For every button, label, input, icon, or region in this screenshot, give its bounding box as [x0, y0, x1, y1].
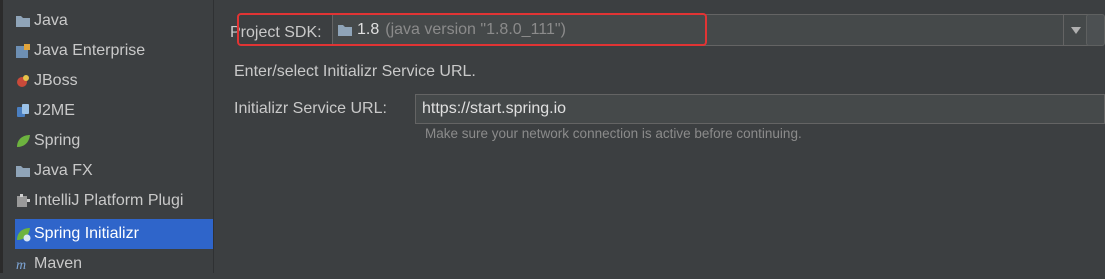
- spring-leaf-icon: [15, 133, 31, 149]
- sidebar-item-spring-initializr[interactable]: Spring Initializr: [15, 219, 213, 249]
- sidebar-item-java-enterprise[interactable]: Java Enterprise: [15, 36, 213, 66]
- folder-icon: [15, 13, 31, 29]
- service-url-label: Initializr Service URL:: [234, 100, 387, 117]
- svg-text:m: m: [16, 258, 26, 272]
- sidebar-item-java-fx[interactable]: Java FX: [15, 156, 213, 186]
- sidebar-item-label: Java FX: [34, 162, 93, 179]
- java-ee-icon: [15, 43, 31, 59]
- sidebar-item-label: Spring: [34, 132, 81, 149]
- sidebar-item-label: JBoss: [34, 72, 78, 89]
- service-url-value: https://start.spring.io: [422, 100, 567, 117]
- sidebar-item-label: Java: [34, 12, 68, 29]
- project-type-sidebar: Java Java Enterprise JBoss J2ME Spring J…: [3, 0, 214, 273]
- instructions-text: Enter/select Initializr Service URL.: [234, 63, 476, 80]
- project-sdk-dropdown[interactable]: 1.8 (java version "1.8.0_111"): [332, 14, 1089, 46]
- new-sdk-button[interactable]: [1086, 14, 1105, 46]
- maven-icon: m: [15, 256, 31, 272]
- j2me-icon: [15, 103, 31, 119]
- sdk-version-detail: (java version "1.8.0_111"): [385, 21, 566, 38]
- spring-initializr-icon: [15, 226, 31, 242]
- sidebar-item-label: Spring Initializr: [34, 225, 139, 242]
- sidebar-item-label: Java Enterprise: [34, 42, 146, 59]
- sidebar-item-maven[interactable]: m Maven: [15, 249, 213, 279]
- jboss-icon: [15, 73, 31, 89]
- service-url-input[interactable]: https://start.spring.io: [415, 94, 1105, 124]
- sdk-version: 1.8: [357, 21, 380, 38]
- network-hint-text: Make sure your network connection is act…: [425, 126, 802, 141]
- sidebar-item-java[interactable]: Java: [15, 6, 213, 36]
- project-sdk-label: Project SDK:: [230, 24, 322, 41]
- sidebar-item-label: J2ME: [34, 102, 75, 119]
- sidebar-item-label: Maven: [34, 255, 83, 272]
- sidebar-item-j2me[interactable]: J2ME: [15, 96, 213, 126]
- sidebar-item-jboss[interactable]: JBoss: [15, 66, 213, 96]
- plugin-icon: [15, 193, 31, 209]
- sidebar-item-spring[interactable]: Spring: [15, 126, 213, 156]
- folder-icon: [337, 22, 353, 38]
- chevron-down-icon[interactable]: [1063, 15, 1088, 45]
- folder-icon: [15, 163, 31, 179]
- sidebar-item-label: IntelliJ Platform Plugi: [34, 192, 184, 209]
- sidebar-item-intellij-platform-plugin[interactable]: IntelliJ Platform Plugi: [15, 186, 213, 216]
